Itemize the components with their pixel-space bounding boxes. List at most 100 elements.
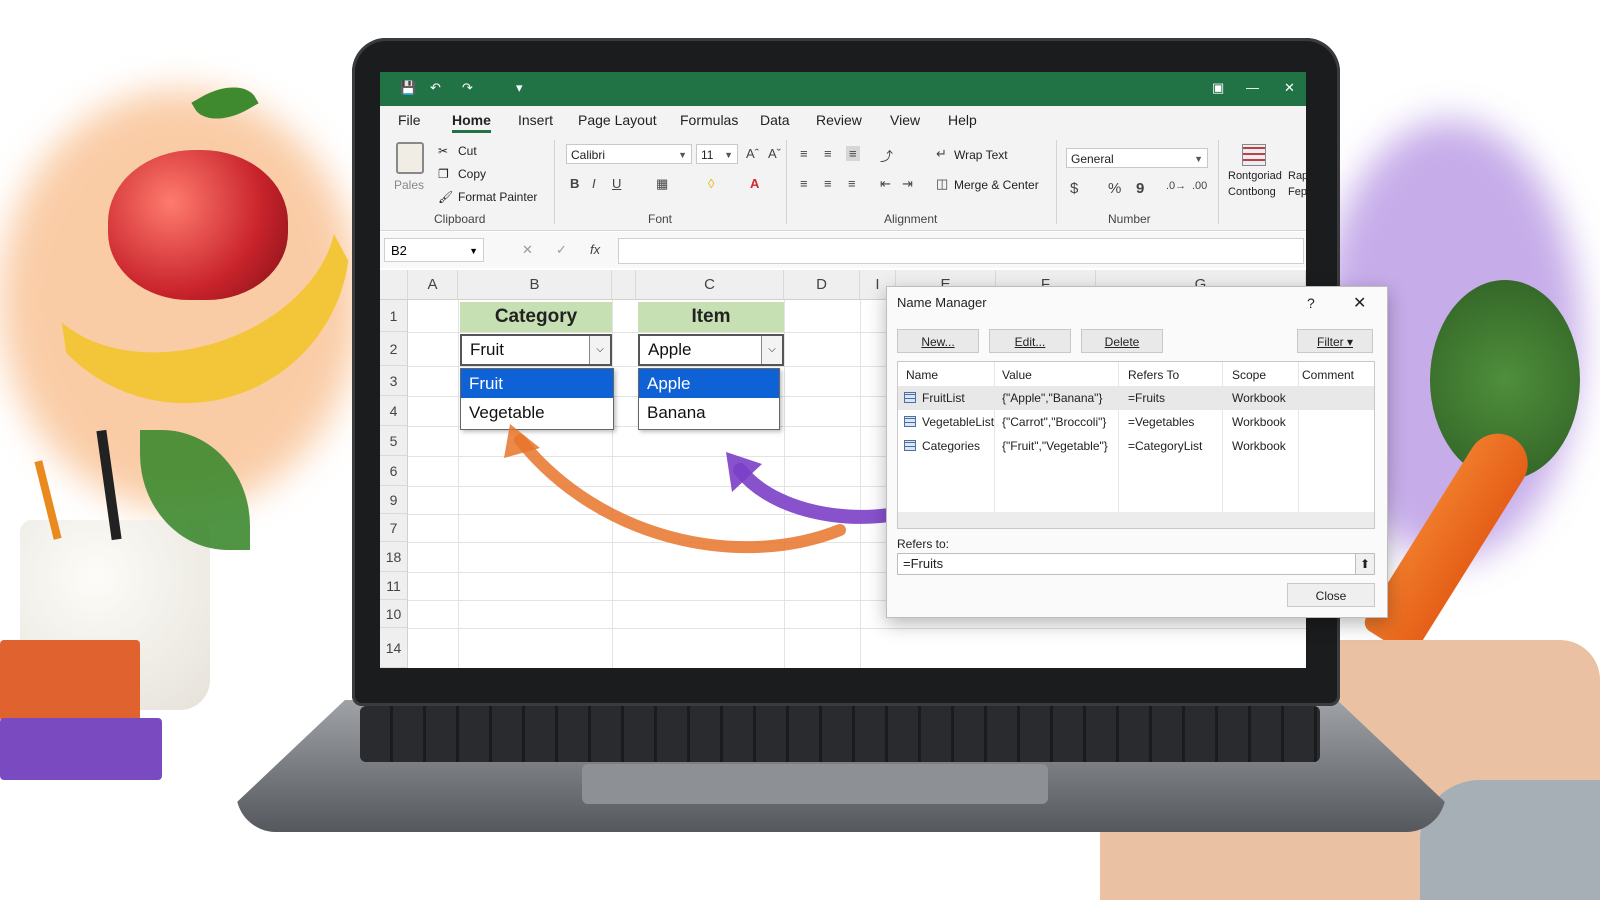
decrease-indent-icon[interactable]: ⇤ — [880, 176, 891, 192]
tab-help[interactable]: Help — [948, 112, 977, 128]
increase-font-icon[interactable]: Aˆ — [746, 146, 759, 161]
column-header-c[interactable]: C — [636, 270, 784, 300]
row-header[interactable]: 1 — [380, 300, 408, 332]
tab-view[interactable]: View — [890, 112, 920, 128]
tab-home[interactable]: Home — [452, 112, 491, 133]
select-all-corner[interactable] — [380, 270, 408, 300]
copy-button[interactable]: Copy — [458, 167, 486, 181]
row-header[interactable]: 4 — [380, 396, 408, 426]
orientation-icon[interactable]: ⤴ — [880, 146, 893, 165]
tab-formulas[interactable]: Formulas — [680, 112, 738, 128]
wrap-text-button[interactable]: Wrap Text — [954, 148, 1008, 162]
merge-center-icon[interactable]: ◫ — [936, 176, 948, 192]
name-box[interactable]: B2 ▼ — [384, 238, 484, 262]
bold-button[interactable]: B — [570, 176, 579, 191]
insert-function-button[interactable]: fx — [590, 242, 600, 257]
cell-c1-item-header[interactable]: Item — [638, 302, 784, 332]
format-painter-button[interactable]: Format Painter — [458, 190, 537, 204]
option-apple[interactable]: Apple — [639, 369, 779, 398]
help-icon[interactable]: ? — [1307, 295, 1315, 311]
option-fruit[interactable]: Fruit — [461, 369, 613, 398]
row-header[interactable]: 14 — [380, 628, 408, 668]
copy-icon[interactable]: ❐ — [438, 167, 449, 181]
cancel-entry-icon[interactable]: ✕ — [522, 242, 533, 258]
increase-indent-icon[interactable]: ⇥ — [902, 176, 913, 192]
borders-icon[interactable]: ▦ — [656, 176, 668, 192]
row-header[interactable]: 11 — [380, 572, 408, 600]
category-dropdown-cell[interactable]: Fruit ⌵ — [460, 334, 612, 366]
undo-icon[interactable]: ↶ — [430, 80, 441, 96]
chevron-down-icon[interactable]: ⌵ — [761, 336, 782, 364]
column-header-spacer[interactable] — [612, 270, 636, 300]
new-name-button[interactable]: New... — [897, 329, 979, 353]
italic-button[interactable]: I — [592, 176, 596, 191]
column-header-b[interactable]: B — [458, 270, 612, 300]
format-as-table-button[interactable]: Rap Fep — [1288, 168, 1306, 200]
cut-icon[interactable]: ✂ — [438, 144, 448, 158]
row-header[interactable]: 6 — [380, 456, 408, 486]
align-middle-icon[interactable]: ≡ — [824, 146, 832, 161]
redo-icon[interactable]: ↷ — [462, 80, 473, 96]
column-header-a[interactable]: A — [408, 270, 458, 300]
close-icon[interactable]: ✕ — [1353, 293, 1366, 313]
row-header[interactable]: 3 — [380, 366, 408, 396]
font-color-icon[interactable]: A — [750, 176, 759, 191]
row-header[interactable]: 10 — [380, 600, 408, 628]
align-bottom-icon[interactable]: ≡ — [846, 146, 860, 161]
underline-button[interactable]: U — [612, 176, 621, 191]
close-window-icon[interactable]: ✕ — [1284, 80, 1295, 96]
align-top-icon[interactable]: ≡ — [800, 146, 808, 161]
tab-insert[interactable]: Insert — [518, 112, 553, 128]
align-left-icon[interactable]: ≡ — [800, 176, 808, 191]
paste-button[interactable]: Pales — [394, 178, 424, 192]
confirm-entry-icon[interactable]: ✓ — [556, 242, 567, 258]
save-icon[interactable]: 💾 — [400, 80, 416, 96]
column-header-refers-to[interactable]: Refers To — [1128, 368, 1179, 382]
align-right-icon[interactable]: ≡ — [848, 176, 856, 191]
increase-decimal-icon[interactable]: .0→ — [1166, 180, 1186, 192]
restore-icon[interactable]: ▣ — [1212, 80, 1224, 96]
tab-review[interactable]: Review — [816, 112, 862, 128]
table-scrollbar[interactable] — [898, 512, 1374, 528]
item-dropdown-cell[interactable]: Apple ⌵ — [638, 334, 784, 366]
percent-button[interactable]: % — [1108, 180, 1121, 197]
tab-file[interactable]: File — [398, 112, 421, 128]
comma-button[interactable]: 9 — [1136, 180, 1144, 197]
paste-icon[interactable] — [396, 142, 424, 174]
delete-name-button[interactable]: Delete — [1081, 329, 1163, 353]
qat-dropdown-icon[interactable]: ▾ — [516, 80, 523, 96]
cut-button[interactable]: Cut — [458, 144, 477, 158]
table-row[interactable]: FruitList {"Apple","Banana"} =Fruits Wor… — [898, 386, 1374, 410]
row-header[interactable]: 5 — [380, 426, 408, 456]
formula-input[interactable] — [618, 238, 1304, 264]
close-button[interactable]: Close — [1287, 583, 1375, 607]
column-header-d[interactable]: D — [784, 270, 860, 300]
filter-button[interactable]: Filter ▾ — [1297, 329, 1373, 353]
tab-data[interactable]: Data — [760, 112, 790, 128]
column-header-comment[interactable]: Comment — [1302, 368, 1354, 382]
tab-page-layout[interactable]: Page Layout — [578, 112, 657, 128]
table-row[interactable]: Categories {"Fruit","Vegetable"} =Catego… — [898, 434, 1374, 458]
decrease-font-icon[interactable]: Aˇ — [768, 146, 781, 161]
decrease-decimal-icon[interactable]: .00 — [1192, 180, 1207, 192]
font-size-select[interactable]: 11 ▼ — [696, 144, 738, 164]
table-row[interactable]: VegetableList {"Carrot","Broccoli"} =Veg… — [898, 410, 1374, 434]
font-family-select[interactable]: Calibri ▼ — [566, 144, 692, 164]
collapse-dialog-icon[interactable]: ⬆ — [1355, 553, 1375, 575]
format-painter-icon[interactable]: 🖌 — [438, 190, 453, 204]
fill-color-icon[interactable]: ◊ — [708, 176, 714, 191]
conditional-formatting-button[interactable]: Rontgoriad Contbong — [1228, 168, 1286, 200]
chevron-down-icon[interactable]: ⌵ — [589, 336, 610, 364]
row-header[interactable]: 7 — [380, 514, 408, 542]
column-header-value[interactable]: Value — [1002, 368, 1032, 382]
row-header[interactable]: 9 — [380, 486, 408, 514]
wrap-text-icon[interactable]: ↵ — [936, 146, 947, 162]
merge-center-button[interactable]: Merge & Center — [954, 178, 1039, 192]
edit-name-button[interactable]: Edit... — [989, 329, 1071, 353]
row-header[interactable]: 18 — [380, 542, 408, 572]
refers-to-input[interactable]: =Fruits — [897, 553, 1359, 575]
column-header-scope[interactable]: Scope — [1232, 368, 1266, 382]
conditional-formatting-icon[interactable] — [1242, 144, 1266, 166]
currency-button[interactable]: $ — [1070, 180, 1078, 197]
align-center-icon[interactable]: ≡ — [824, 176, 832, 191]
